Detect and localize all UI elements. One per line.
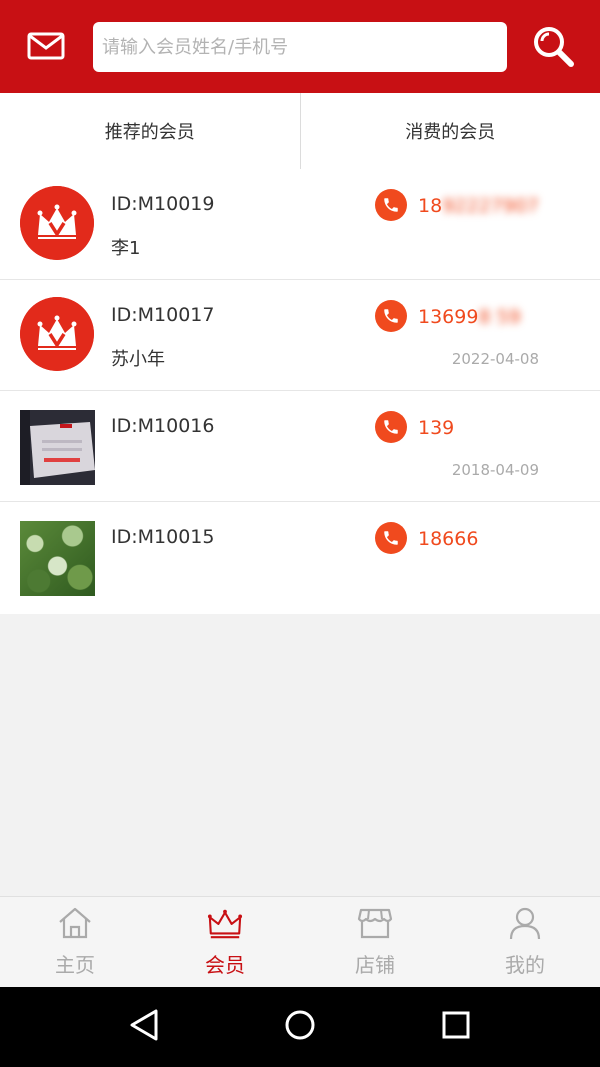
tab-consuming-members[interactable]: 消费的会员: [301, 93, 600, 169]
search-box[interactable]: [93, 22, 507, 72]
phone-masked: 8 59: [478, 306, 521, 328]
member-id: ID:M10016: [111, 415, 215, 437]
member-date: 2018-04-09: [451, 461, 539, 479]
phone-visible: 139: [418, 417, 455, 439]
recents-button[interactable]: [436, 1007, 476, 1047]
member-phone[interactable]: 139: [418, 417, 454, 439]
crown-logo-icon: [20, 186, 94, 260]
nav-home[interactable]: 主页: [0, 897, 150, 987]
avatar: [20, 186, 94, 260]
member-name: 苏小年: [111, 349, 165, 370]
member-tabs: 推荐的会员 消费的会员: [0, 93, 600, 169]
user-icon: [507, 905, 543, 941]
avatar-photo: [20, 410, 95, 485]
mail-icon: [27, 32, 65, 64]
member-phone[interactable]: 136998 59: [418, 306, 521, 328]
recents-icon: [441, 1010, 471, 1044]
list-item[interactable]: ID:M10015 18666: [0, 502, 600, 614]
member-id: ID:M10015: [111, 526, 215, 548]
crown-icon: [207, 905, 243, 941]
avatar-photo: [20, 521, 95, 596]
nav-members[interactable]: 会员: [150, 897, 300, 987]
phone-icon[interactable]: [375, 522, 407, 554]
nav-mine[interactable]: 我的: [450, 897, 600, 987]
member-date: 2022-04-08: [451, 350, 539, 368]
bottom-nav: 主页 会员 店铺 我的: [0, 896, 600, 987]
member-name: 李1: [111, 238, 141, 259]
home-icon: [57, 905, 93, 941]
phone-visible: 18: [418, 195, 443, 217]
search-input[interactable]: [102, 22, 507, 72]
list-item[interactable]: ID:M10016 139 2018-04-09: [0, 391, 600, 502]
member-id: ID:M10019: [111, 193, 215, 215]
app-header: [0, 0, 600, 93]
back-button[interactable]: [124, 1007, 164, 1047]
list-item[interactable]: ID:M10017 苏小年 136998 59 2022-04-08: [0, 280, 600, 391]
crown-logo-icon: [20, 297, 94, 371]
nav-label: 店铺: [355, 953, 395, 977]
phone-icon[interactable]: [375, 300, 407, 332]
phone-visible: 18666: [418, 528, 479, 550]
system-nav-bar: [0, 987, 600, 1067]
nav-label: 我的: [505, 953, 545, 977]
home-button[interactable]: [280, 1007, 320, 1047]
search-button[interactable]: [528, 24, 578, 72]
member-id: ID:M10017: [111, 304, 215, 326]
nav-label: 主页: [55, 953, 95, 977]
tab-recommended-members[interactable]: 推荐的会员: [0, 93, 300, 169]
phone-icon[interactable]: [375, 189, 407, 221]
member-phone[interactable]: 1892227907: [418, 195, 539, 217]
phone-visible: 13699: [418, 306, 479, 328]
nav-store[interactable]: 店铺: [300, 897, 450, 987]
avatar: [20, 297, 94, 371]
store-icon: [357, 905, 393, 941]
list-item[interactable]: ID:M10019 李1 1892227907: [0, 169, 600, 280]
mail-button[interactable]: [24, 30, 68, 66]
member-list: ID:M10019 李1 1892227907 ID:M10017 苏小年 13…: [0, 169, 600, 614]
back-icon: [128, 1008, 160, 1046]
home-circle-icon: [283, 1008, 317, 1046]
member-phone[interactable]: 18666: [418, 528, 478, 550]
nav-label: 会员: [205, 953, 245, 977]
phone-icon[interactable]: [375, 411, 407, 443]
search-icon: [531, 24, 575, 72]
phone-masked: 92227907: [442, 195, 539, 217]
